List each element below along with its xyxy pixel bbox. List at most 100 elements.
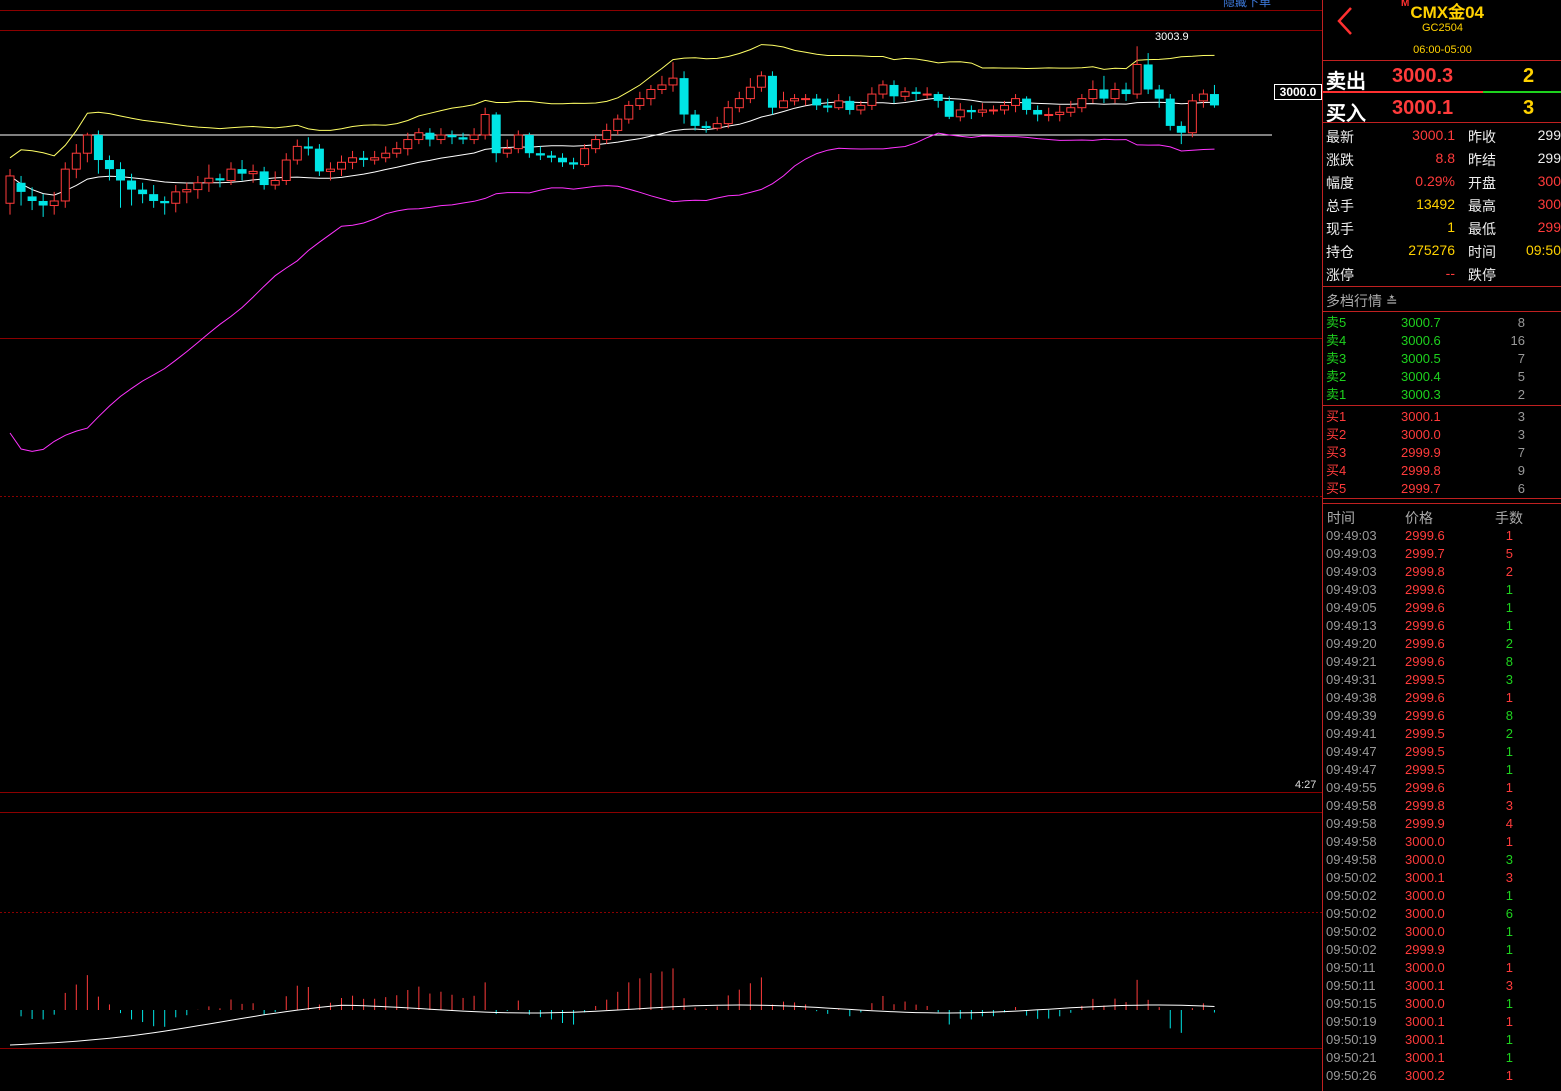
chevron-down-icon: ≛ — [1385, 293, 1398, 309]
candle-body — [436, 134, 446, 141]
tick-price: 3000.0 — [1405, 996, 1445, 1011]
candle-body — [1110, 89, 1120, 100]
candle-body — [558, 157, 567, 163]
candle-body — [955, 109, 965, 118]
tick-price: 2999.5 — [1405, 744, 1445, 759]
candle-body — [988, 109, 998, 112]
candle-body — [801, 98, 811, 101]
candle-body — [182, 189, 192, 193]
sell-label: 卖出 — [1326, 71, 1366, 93]
tick-price: 3000.1 — [1405, 870, 1445, 885]
col-header-price: 价格 — [1405, 510, 1433, 526]
ask-level-qty: 8 — [1517, 315, 1525, 330]
candle-body — [790, 98, 800, 102]
ask-level-price[interactable]: 3000.5 — [1401, 350, 1441, 368]
candle-body — [546, 155, 556, 158]
current-price-tag: 3000.0 — [1274, 84, 1322, 100]
tick-qty: 1 — [1505, 1068, 1513, 1083]
stat-value: 3000.1 — [1412, 127, 1455, 143]
kline-chart[interactable]: 隐藏下单 3003.9 3000.0 4:27 — [0, 0, 1322, 1091]
bid-level-price[interactable]: 2999.9 — [1401, 444, 1441, 462]
candle-body — [160, 200, 170, 204]
tick-time: 09:49:58 — [1326, 798, 1377, 813]
bid-level-price[interactable]: 3000.0 — [1401, 426, 1441, 444]
candle-body — [1143, 64, 1153, 90]
candle-body — [270, 180, 280, 186]
tick-price: 2999.6 — [1405, 618, 1445, 633]
bid-level-label: 买2 — [1326, 427, 1347, 442]
candle-body — [1099, 89, 1109, 99]
ask-level-label: 卖5 — [1326, 315, 1347, 330]
tick-price: 2999.7 — [1405, 546, 1445, 561]
symbol-name-text: CMX金04 — [1410, 3, 1485, 22]
stat-value: -- — [1445, 265, 1455, 281]
tick-time: 09:50:11 — [1326, 960, 1376, 975]
candle-body — [889, 84, 899, 97]
hidden-orders-link[interactable]: 隐藏下单 — [1223, 0, 1271, 10]
chart-time-label: 4:27 — [1295, 779, 1317, 791]
sell-qty: 2 — [1523, 65, 1535, 87]
tick-qty: 3 — [1505, 672, 1513, 687]
tick-price: 3000.0 — [1405, 852, 1445, 867]
candle-body — [259, 171, 269, 186]
candlestick-chart[interactable] — [0, 0, 1322, 1091]
tick-price: 3000.0 — [1405, 906, 1445, 921]
candle-body — [580, 148, 590, 166]
sell-price[interactable]: 3000.3 — [1392, 65, 1453, 88]
candle-body — [1121, 89, 1131, 95]
bid-level-label: 买3 — [1326, 445, 1347, 460]
tick-qty: 1 — [1505, 942, 1513, 957]
stat-label: 涨跌 — [1326, 152, 1354, 168]
candle-body — [767, 75, 777, 108]
stat-value: 275276 — [1408, 242, 1455, 258]
bid-level-price[interactable]: 2999.7 — [1401, 480, 1441, 498]
tick-time: 09:49:03 — [1326, 582, 1377, 597]
candle-body — [469, 134, 479, 141]
candle-body — [922, 93, 932, 96]
tick-qty: 1 — [1505, 888, 1513, 903]
candle-body — [878, 84, 888, 95]
ask-level-price[interactable]: 3000.7 — [1401, 314, 1441, 332]
buy-price[interactable]: 3000.1 — [1392, 97, 1453, 120]
candle-body — [1011, 98, 1021, 106]
candle-body — [723, 107, 733, 125]
tick-price: 3000.0 — [1405, 960, 1445, 975]
buy-qty: 3 — [1523, 97, 1535, 119]
ask-level-label: 卖4 — [1326, 333, 1347, 348]
bid-level-price[interactable]: 3000.1 — [1401, 408, 1441, 426]
tick-qty: 6 — [1505, 906, 1513, 921]
tick-price: 2999.5 — [1405, 726, 1445, 741]
tick-time: 09:49:41 — [1326, 726, 1377, 741]
candle-body — [657, 84, 667, 90]
candle-body — [668, 77, 678, 86]
bid-level-price[interactable]: 2999.8 — [1401, 462, 1441, 480]
candle-body — [779, 100, 788, 109]
candle-body — [502, 148, 512, 154]
candle-body — [1165, 98, 1175, 126]
candle-body — [193, 182, 203, 191]
ask-level-qty: 5 — [1517, 369, 1525, 384]
tick-time: 09:49:58 — [1326, 852, 1377, 867]
tick-qty: 1 — [1505, 834, 1513, 849]
bid-level-qty: 3 — [1517, 427, 1525, 442]
depth-title[interactable]: 多档行情 ≛ — [1326, 291, 1398, 311]
ask-level-price[interactable]: 3000.3 — [1401, 386, 1441, 404]
stat-label: 总手 — [1326, 198, 1354, 214]
candle-body — [303, 146, 313, 149]
candle-body — [27, 196, 37, 201]
ask-level-qty: 16 — [1510, 333, 1525, 348]
bid-level-qty: 3 — [1517, 409, 1525, 424]
symbol-name: MCMX金04 — [1323, 0, 1561, 23]
candle-body — [370, 157, 380, 161]
stat-value: 299 — [1537, 150, 1561, 166]
ask-level-price[interactable]: 3000.6 — [1401, 332, 1441, 350]
candle-body — [944, 100, 954, 117]
boll-lower-line — [9, 132, 1215, 452]
tick-price: 3000.1 — [1405, 1050, 1445, 1065]
indicator-line — [9, 1004, 1215, 1046]
candle-body — [911, 91, 921, 95]
ask-level-price[interactable]: 3000.4 — [1401, 368, 1441, 386]
candle-body — [734, 98, 744, 109]
tick-qty: 1 — [1505, 960, 1513, 975]
candle-body — [701, 125, 711, 129]
